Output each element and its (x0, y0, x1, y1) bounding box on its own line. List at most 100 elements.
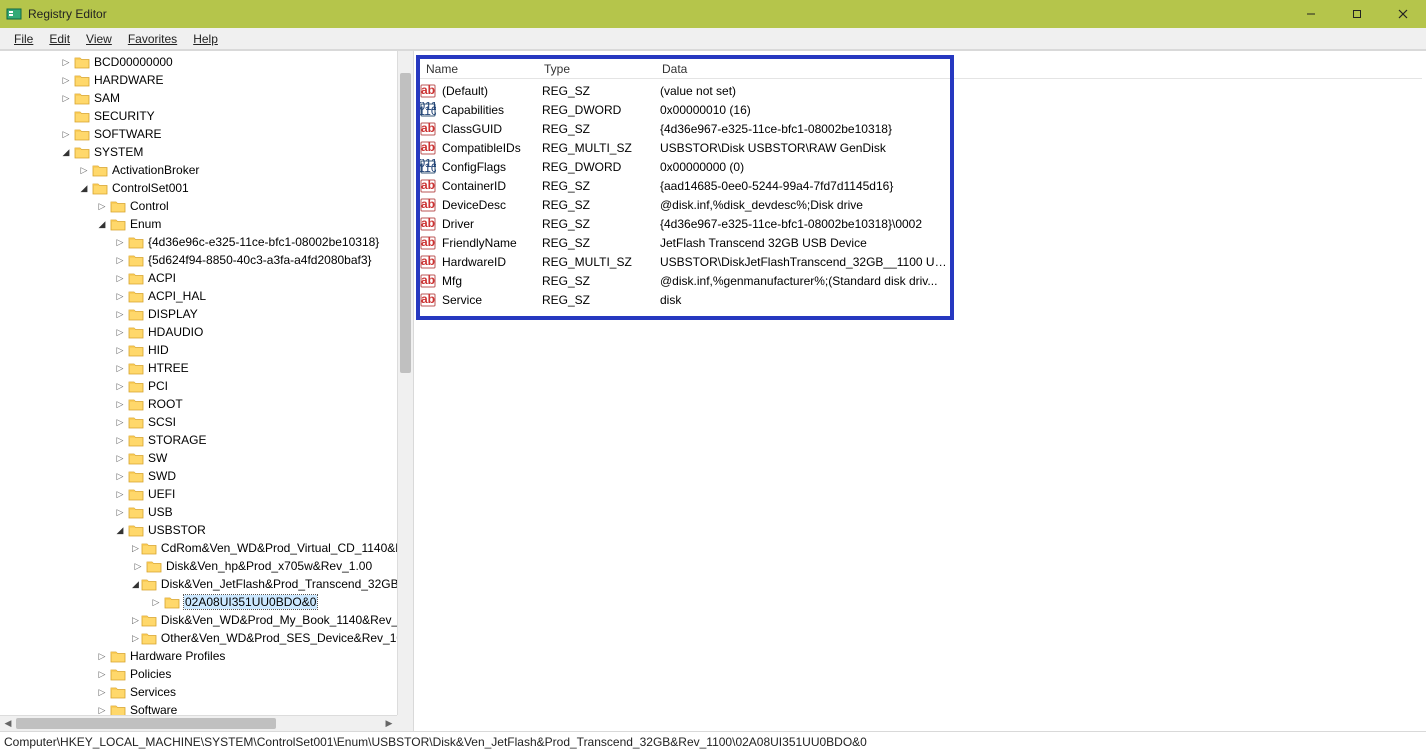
expander-closed-icon[interactable]: ▷ (114, 254, 126, 266)
tree-vertical-scrollbar[interactable] (397, 51, 413, 715)
value-row[interactable]: abFriendlyNameREG_SZJetFlash Transcend 3… (420, 233, 1422, 252)
tree-item[interactable]: ▷Hardware Profiles (0, 647, 397, 665)
menu-favorites[interactable]: Favorites (120, 30, 185, 48)
expander-closed-icon[interactable]: ▷ (96, 668, 108, 680)
tree-item[interactable]: ▷ActivationBroker (0, 161, 397, 179)
tree-item[interactable]: ▷Disk&Ven_WD&Prod_My_Book_1140&Rev_101 (0, 611, 397, 629)
tree-item[interactable]: ▷ACPI (0, 269, 397, 287)
value-row[interactable]: 011110ConfigFlagsREG_DWORD0x00000000 (0) (420, 157, 1422, 176)
value-row[interactable]: ab(Default)REG_SZ(value not set) (420, 81, 1422, 100)
values-list[interactable]: ab(Default)REG_SZ(value not set)011110Ca… (420, 81, 1422, 731)
expander-closed-icon[interactable]: ▷ (96, 704, 108, 715)
expander-closed-icon[interactable]: ▷ (114, 506, 126, 518)
scrollbar-thumb[interactable] (16, 718, 276, 729)
tree-item[interactable]: ▷Control (0, 197, 397, 215)
tree-item[interactable]: ◢USBSTOR (0, 521, 397, 539)
tree-item[interactable]: ▷HTREE (0, 359, 397, 377)
tree-item[interactable]: ▷SAM (0, 89, 397, 107)
expander-open-icon[interactable]: ◢ (60, 146, 72, 158)
tree-item[interactable]: ▷Disk&Ven_hp&Prod_x705w&Rev_1.00 (0, 557, 397, 575)
tree-item[interactable]: ▷Policies (0, 665, 397, 683)
tree-item[interactable]: ▷02A08UI351UU0BDO&0 (0, 593, 397, 611)
expander-closed-icon[interactable]: ▷ (96, 686, 108, 698)
expander-closed-icon[interactable]: ▷ (114, 452, 126, 464)
tree-item[interactable]: ▷SOFTWARE (0, 125, 397, 143)
tree-item[interactable]: ◢ControlSet001 (0, 179, 397, 197)
expander-closed-icon[interactable]: ▷ (132, 542, 139, 554)
expander-closed-icon[interactable]: ▷ (114, 290, 126, 302)
expander-closed-icon[interactable]: ▷ (114, 308, 126, 320)
expander-closed-icon[interactable]: ▷ (114, 236, 126, 248)
tree-item[interactable]: ▷STORAGE (0, 431, 397, 449)
tree-item[interactable]: ▷HARDWARE (0, 71, 397, 89)
tree-item[interactable]: ▷DISPLAY (0, 305, 397, 323)
tree-item[interactable]: ▷HDAUDIO (0, 323, 397, 341)
expander-closed-icon[interactable]: ▷ (114, 470, 126, 482)
minimize-button[interactable] (1288, 0, 1334, 28)
tree-item[interactable]: ▷SWD (0, 467, 397, 485)
expander-closed-icon[interactable]: ▷ (114, 380, 126, 392)
expander-closed-icon[interactable]: ▷ (78, 164, 90, 176)
expander-closed-icon[interactable]: ▷ (114, 344, 126, 356)
scroll-right-icon[interactable]: ▶ (381, 716, 397, 731)
tree-item[interactable]: ▷CdRom&Ven_WD&Prod_Virtual_CD_1140&Rev (0, 539, 397, 557)
tree-item[interactable]: ◢SYSTEM (0, 143, 397, 161)
expander-open-icon[interactable]: ◢ (132, 578, 139, 590)
value-row[interactable]: abServiceREG_SZdisk (420, 290, 1422, 309)
expander-closed-icon[interactable]: ▷ (114, 416, 126, 428)
tree-item[interactable]: ▷{5d624f94-8850-40c3-a3fa-a4fd2080baf3} (0, 251, 397, 269)
menu-edit[interactable]: Edit (41, 30, 78, 48)
expander-closed-icon[interactable]: ▷ (132, 614, 139, 626)
expander-open-icon[interactable]: ◢ (78, 182, 90, 194)
tree-item[interactable]: ▷HID (0, 341, 397, 359)
expander-closed-icon[interactable]: ▷ (60, 56, 72, 68)
expander-closed-icon[interactable]: ▷ (150, 596, 162, 608)
maximize-button[interactable] (1334, 0, 1380, 28)
expander-closed-icon[interactable]: ▷ (114, 326, 126, 338)
value-row[interactable]: abMfgREG_SZ@disk.inf,%genmanufacturer%;(… (420, 271, 1422, 290)
tree-item[interactable]: ▷ROOT (0, 395, 397, 413)
column-header-type[interactable]: Type (538, 62, 656, 76)
expander-closed-icon[interactable]: ▷ (60, 74, 72, 86)
value-row[interactable]: 011110CapabilitiesREG_DWORD0x00000010 (1… (420, 100, 1422, 119)
tree-item[interactable]: ◢Enum (0, 215, 397, 233)
expander-closed-icon[interactable]: ▷ (60, 92, 72, 104)
scrollbar-thumb[interactable] (400, 73, 411, 373)
scroll-left-icon[interactable]: ◀ (0, 716, 16, 731)
value-row[interactable]: abHardwareIDREG_MULTI_SZUSBSTOR\DiskJetF… (420, 252, 1422, 271)
expander-closed-icon[interactable]: ▷ (96, 200, 108, 212)
menu-file[interactable]: File (6, 30, 41, 48)
tree-item[interactable]: ▷SW (0, 449, 397, 467)
tree-item[interactable]: ▷UEFI (0, 485, 397, 503)
expander-closed-icon[interactable]: ▷ (114, 362, 126, 374)
expander-closed-icon[interactable]: ▷ (96, 650, 108, 662)
tree-item[interactable]: SECURITY (0, 107, 397, 125)
expander-closed-icon[interactable]: ▷ (114, 398, 126, 410)
value-row[interactable]: abContainerIDREG_SZ{aad14685-0ee0-5244-9… (420, 176, 1422, 195)
values-header-row[interactable]: Name Type Data (420, 59, 1422, 79)
tree-item[interactable]: ▷USB (0, 503, 397, 521)
value-row[interactable]: abClassGUIDREG_SZ{4d36e967-e325-11ce-bfc… (420, 119, 1422, 138)
value-row[interactable]: abCompatibleIDsREG_MULTI_SZUSBSTOR\Disk … (420, 138, 1422, 157)
tree-item[interactable]: ▷{4d36e96c-e325-11ce-bfc1-08002be10318} (0, 233, 397, 251)
expander-open-icon[interactable]: ◢ (114, 524, 126, 536)
value-row[interactable]: abDriverREG_SZ{4d36e967-e325-11ce-bfc1-0… (420, 214, 1422, 233)
tree-item[interactable]: ▷SCSI (0, 413, 397, 431)
tree-horizontal-scrollbar[interactable]: ◀ ▶ (0, 715, 397, 731)
expander-closed-icon[interactable]: ▷ (114, 434, 126, 446)
value-row[interactable]: abDeviceDescREG_SZ@disk.inf,%disk_devdes… (420, 195, 1422, 214)
tree-item[interactable]: ▷Services (0, 683, 397, 701)
menu-help[interactable]: Help (185, 30, 226, 48)
tree-item[interactable]: ▷ACPI_HAL (0, 287, 397, 305)
expander-closed-icon[interactable]: ▷ (60, 128, 72, 140)
close-button[interactable] (1380, 0, 1426, 28)
tree-item[interactable]: ▷PCI (0, 377, 397, 395)
menu-view[interactable]: View (78, 30, 120, 48)
registry-tree[interactable]: ▷BCD00000000▷HARDWARE▷SAMSECURITY▷SOFTWA… (0, 51, 397, 715)
tree-item[interactable]: ◢Disk&Ven_JetFlash&Prod_Transcend_32GB&R… (0, 575, 397, 593)
expander-closed-icon[interactable]: ▷ (114, 488, 126, 500)
expander-closed-icon[interactable]: ▷ (114, 272, 126, 284)
expander-closed-icon[interactable]: ▷ (132, 632, 139, 644)
tree-item[interactable]: ▷BCD00000000 (0, 53, 397, 71)
expander-open-icon[interactable]: ◢ (96, 218, 108, 230)
